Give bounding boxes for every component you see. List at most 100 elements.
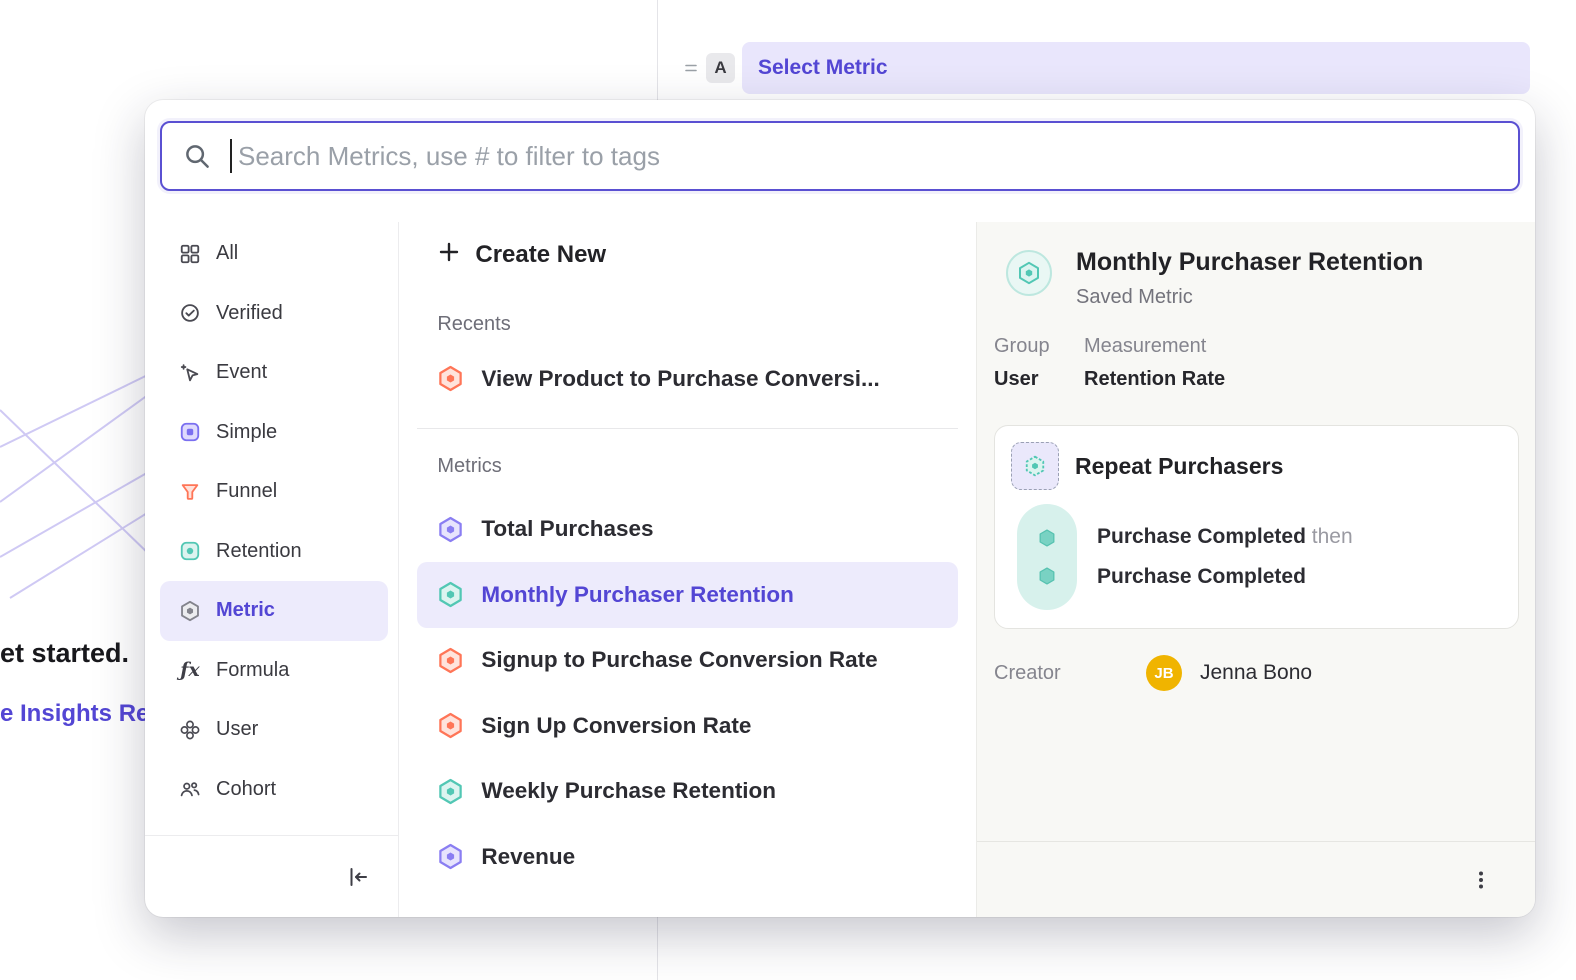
detail-meta: Group User Measurement Retention Rate [994, 335, 1519, 391]
drag-handle-icon[interactable] [684, 61, 698, 75]
page: { "colors": { "accent": "#5346d4", "sele… [0, 0, 1576, 980]
sidebar-item-metric[interactable]: Metric [160, 581, 388, 641]
event-cursor-icon [178, 361, 202, 385]
metric-item-label: Sign Up Conversion Rate [481, 713, 751, 739]
metric-detail-panel: Monthly Purchaser Retention Saved Metric… [976, 222, 1535, 917]
plus-icon [437, 240, 461, 271]
step-2-event: Purchase Completed [1097, 565, 1306, 588]
detail-header-texts: Monthly Purchaser Retention Saved Metric [1076, 248, 1423, 309]
funnel-metric-hexagon-icon [437, 647, 464, 674]
sidebar-item-verified[interactable]: Verified [160, 284, 388, 344]
recents-header: Recents [417, 302, 958, 346]
retention-icon [178, 539, 202, 563]
sequence-pill [1017, 504, 1077, 610]
sidebar-item-label: User [216, 718, 258, 741]
metric-item-total-purchases[interactable]: Total Purchases [417, 497, 958, 563]
create-new-button[interactable]: Create New [417, 222, 958, 288]
metric-item-label: Signup to Purchase Conversion Rate [481, 647, 877, 673]
picker-columns: All Verified Event [145, 222, 1535, 917]
metric-item-weekly-purchase-retention[interactable]: Weekly Purchase Retention [417, 759, 958, 825]
metric-item-label: Total Purchases [481, 516, 653, 542]
metric-item-label: Revenue [481, 844, 575, 870]
sidebar-item-event[interactable]: Event [160, 343, 388, 403]
metric-item-label: Monthly Purchaser Retention [481, 582, 794, 608]
select-metric-field[interactable]: Select Metric [742, 42, 1530, 94]
metric-item-sign-up-conversion-rate[interactable]: Sign Up Conversion Rate [417, 693, 958, 759]
retention-metric-hexagon-icon [437, 778, 464, 805]
search-bar[interactable] [160, 121, 1520, 191]
detail-title: Monthly Purchaser Retention [1076, 248, 1423, 277]
detail-body: Monthly Purchaser Retention Saved Metric… [977, 222, 1535, 841]
verified-badge-icon [178, 301, 202, 325]
group-label: Group [994, 335, 1084, 358]
retention-metric-icon [1006, 250, 1052, 296]
sidebar-footer [145, 835, 398, 917]
step-1-event: Purchase Completed [1097, 525, 1306, 548]
select-metric-label: Select Metric [758, 56, 888, 80]
sidebar-item-label: Event [216, 361, 267, 384]
funnel-icon [178, 480, 202, 504]
user-flower-icon [178, 718, 202, 742]
sidebar-item-user[interactable]: User [160, 700, 388, 760]
creator-row: Creator JB Jenna Bono [994, 655, 1519, 691]
filter-sidebar: All Verified Event [145, 222, 399, 917]
sidebar-item-label: Simple [216, 421, 277, 444]
funnel-metric-hexagon-icon [437, 712, 464, 739]
creator-label: Creator [994, 662, 1146, 685]
metric-row: A Select Metric [684, 40, 1530, 96]
step-1: Purchase Completed then [1097, 525, 1353, 549]
create-new-label: Create New [475, 241, 606, 269]
recent-item[interactable]: View Product to Purchase Conversi... [417, 346, 958, 412]
cohort-people-icon [178, 777, 202, 801]
grid-icon [178, 242, 202, 266]
creator-avatar: JB [1146, 655, 1182, 691]
metric-item-revenue[interactable]: Revenue [417, 824, 958, 890]
sidebar-item-simple[interactable]: Simple [160, 403, 388, 463]
background-headline-fragment: et started. [0, 638, 129, 669]
definition-header: Repeat Purchasers [1011, 442, 1502, 490]
collapse-sidebar-button[interactable] [346, 865, 370, 889]
metric-hexagon-icon [178, 599, 202, 623]
group-column: Group User [994, 335, 1084, 391]
more-options-button[interactable] [1463, 862, 1499, 898]
sidebar-item-label: Metric [216, 599, 275, 622]
event-hexagon-icon [1037, 528, 1057, 548]
sidebar-item-label: Retention [216, 540, 302, 563]
detail-header: Monthly Purchaser Retention Saved Metric [994, 248, 1519, 309]
behavior-block-icon [1011, 442, 1059, 490]
search-icon [182, 141, 212, 171]
group-value: User [994, 368, 1084, 391]
sidebar-item-formula[interactable]: ƒx Formula [160, 641, 388, 701]
sidebar-item-cohort[interactable]: Cohort [160, 760, 388, 820]
sidebar-item-retention[interactable]: Retention [160, 522, 388, 582]
metric-list-column: Create New Recents View Product to Purch… [399, 222, 976, 917]
sidebar-item-label: Funnel [216, 480, 277, 503]
sidebar-item-all[interactable]: All [160, 224, 388, 284]
simple-metric-hexagon-icon [437, 516, 464, 543]
detail-footer [977, 841, 1535, 917]
text-caret [230, 139, 232, 173]
event-sequence: Purchase Completed then Purchase Complet… [1011, 504, 1502, 610]
sidebar-item-label: Cohort [216, 778, 276, 801]
creator-name: Jenna Bono [1200, 661, 1312, 685]
metric-item-label: Weekly Purchase Retention [481, 778, 776, 804]
sidebar-item-funnel[interactable]: Funnel [160, 462, 388, 522]
formula-icon: ƒx [178, 658, 202, 682]
recent-item-label: View Product to Purchase Conversi... [481, 366, 879, 392]
step-2: Purchase Completed [1097, 565, 1353, 589]
metric-item-monthly-purchaser-retention[interactable]: Monthly Purchaser Retention [417, 562, 958, 628]
simple-metric-icon [178, 420, 202, 444]
sidebar-item-label: Formula [216, 659, 289, 682]
metric-definition-card: Repeat Purchasers Purchase Completed the… [994, 425, 1519, 629]
sequence-steps: Purchase Completed then Purchase Complet… [1097, 504, 1353, 610]
definition-title: Repeat Purchasers [1075, 453, 1283, 480]
background-link-fragment[interactable]: e Insights Re [0, 700, 149, 728]
kebab-menu-icon [1469, 868, 1493, 892]
funnel-metric-hexagon-icon [437, 365, 464, 392]
measurement-value: Retention Rate [1084, 368, 1225, 391]
series-badge[interactable]: A [706, 53, 735, 83]
metric-item-signup-to-purchase-conversion-rate[interactable]: Signup to Purchase Conversion Rate [417, 628, 958, 694]
search-input[interactable] [236, 140, 1518, 173]
measurement-label: Measurement [1084, 335, 1225, 358]
sidebar-item-label: Verified [216, 302, 283, 325]
